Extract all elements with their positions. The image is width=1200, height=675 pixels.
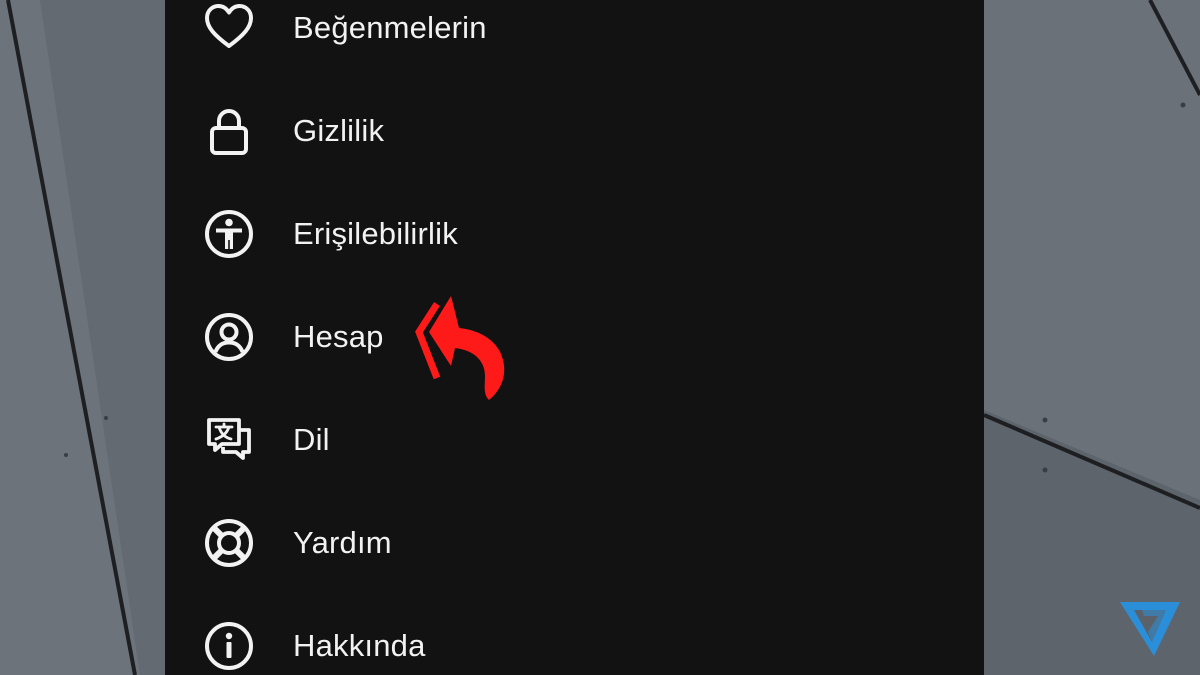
lock-icon: [201, 103, 257, 159]
menu-item-label: Hakkında: [293, 627, 426, 663]
menu-item-language[interactable]: Dil: [165, 388, 984, 491]
brand-logo-icon: [1120, 602, 1180, 656]
pointer-arrow-icon: [415, 296, 505, 400]
menu-item-likes[interactable]: Beğenmelerin: [165, 0, 984, 79]
lifebuoy-icon: [201, 515, 257, 571]
menu-item-label: Beğenmelerin: [293, 9, 487, 45]
menu-item-help[interactable]: Yardım: [165, 491, 984, 594]
accessibility-icon: [201, 206, 257, 262]
menu-item-label: Yardım: [293, 524, 392, 560]
menu-item-about[interactable]: Hakkında: [165, 594, 984, 675]
menu-item-label: Gizlilik: [293, 112, 385, 148]
heart-icon: [201, 0, 257, 56]
menu-item-account[interactable]: Hesap: [165, 285, 984, 388]
settings-menu: Beğenmelerin Gizlilik Erişilebilirlik He…: [165, 0, 984, 675]
info-icon: [201, 618, 257, 674]
menu-item-privacy[interactable]: Gizlilik: [165, 79, 984, 182]
account-icon: [201, 309, 257, 365]
menu-item-label: Hesap: [293, 318, 384, 354]
menu-item-label: Erişilebilirlik: [293, 215, 458, 251]
screen: Beğenmelerin Gizlilik Erişilebilirlik He…: [0, 0, 1200, 675]
language-icon: [201, 412, 257, 468]
menu-item-accessibility[interactable]: Erişilebilirlik: [165, 182, 984, 285]
menu-item-label: Dil: [293, 421, 330, 457]
